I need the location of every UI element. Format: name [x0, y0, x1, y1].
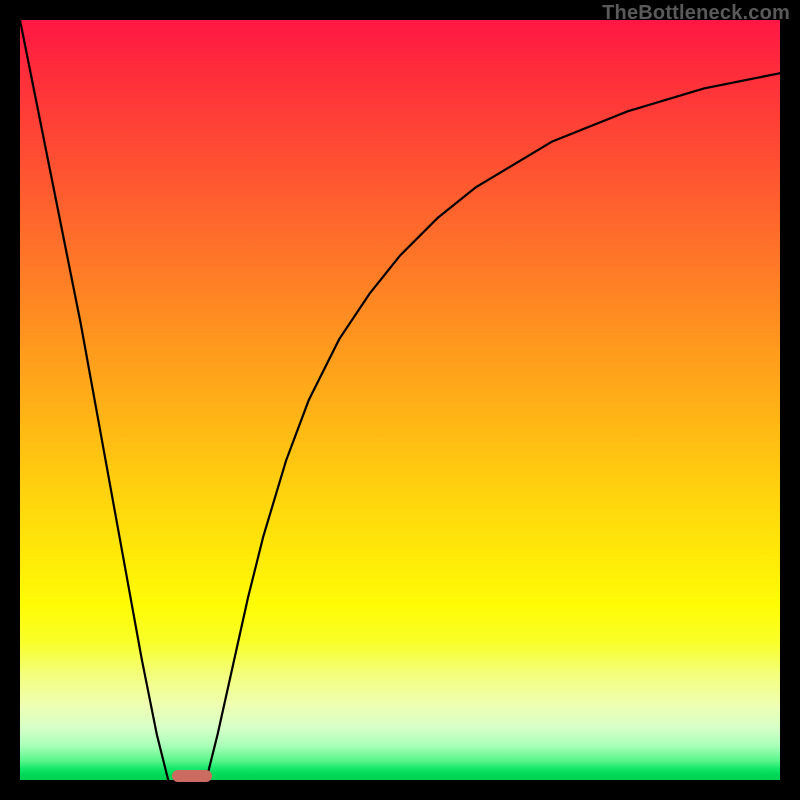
bottleneck-marker	[172, 770, 212, 782]
left-branch-curve	[20, 20, 168, 780]
plot-area	[20, 20, 780, 780]
right-branch-curve	[206, 73, 780, 780]
chart-frame: TheBottleneck.com	[0, 0, 800, 800]
curve-layer	[20, 20, 780, 780]
